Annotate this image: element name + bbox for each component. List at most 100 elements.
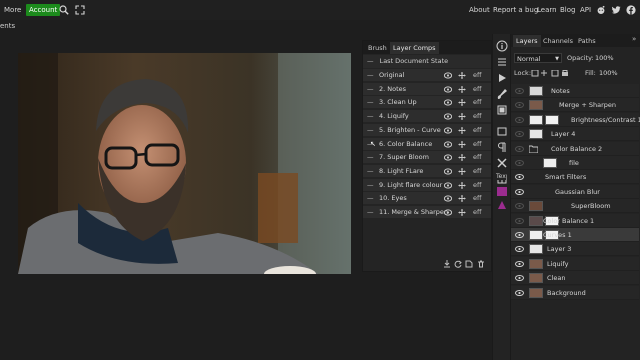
layer-comp-row[interactable]: — 9. Light flare colour eff <box>363 178 491 192</box>
collapse-icon[interactable]: » <box>632 35 636 43</box>
box-icon[interactable] <box>496 125 508 137</box>
fill-input[interactable]: 100% <box>597 68 621 78</box>
layer-row[interactable]: Brightness/Contrast 1 <box>511 112 640 127</box>
layer-row[interactable]: Layer 3 <box>511 242 639 257</box>
document-image[interactable] <box>18 53 351 274</box>
move-icon[interactable] <box>458 209 466 216</box>
layer-row[interactable]: Gaussian Blur <box>511 184 639 199</box>
visibility-eye-icon[interactable] <box>515 88 524 94</box>
eye-icon[interactable] <box>444 72 452 79</box>
last-document-state[interactable]: — Last Document State <box>363 55 491 68</box>
layer-row[interactable]: Liquify <box>511 256 639 271</box>
eye-icon[interactable] <box>444 181 452 189</box>
twitter-icon[interactable] <box>611 5 621 15</box>
layer-comp-row[interactable]: — 2. Notes eff <box>363 82 491 96</box>
layer-row[interactable]: Color Balance 2 <box>511 141 639 156</box>
move-icon[interactable] <box>458 140 466 148</box>
reddit-icon[interactable] <box>596 5 606 15</box>
layer-row[interactable]: Notes <box>511 84 639 98</box>
layer-row[interactable]: Curves 1 <box>511 228 639 242</box>
eye-icon[interactable] <box>444 209 452 216</box>
learn-link[interactable]: Learn <box>537 0 557 20</box>
effects-icon[interactable]: eff <box>473 110 481 123</box>
canvas-area[interactable] <box>0 33 362 360</box>
effects-icon[interactable]: eff <box>473 124 481 137</box>
paragraph-icon[interactable] <box>496 141 508 153</box>
api-link[interactable]: API <box>580 0 591 20</box>
visibility-eye-icon[interactable] <box>515 188 524 195</box>
effects-icon[interactable]: eff <box>473 96 481 109</box>
eye-icon[interactable] <box>444 195 452 202</box>
layer-comp-row[interactable]: — 11. Merge & Sharpen eff <box>363 206 491 219</box>
move-icon[interactable] <box>458 126 466 134</box>
layer-row[interactable]: SuperBloom <box>511 199 639 214</box>
effects-icon[interactable]: eff <box>473 179 481 192</box>
triangle-icon[interactable] <box>496 199 508 211</box>
eye-icon[interactable] <box>444 86 452 93</box>
layer-comp-row[interactable]: —6. Color Balance eff ↖ <box>363 137 491 151</box>
visibility-eye-icon[interactable] <box>515 174 524 181</box>
color-swatch[interactable] <box>497 187 507 196</box>
new-comp-icon[interactable] <box>465 260 473 268</box>
effects-icon[interactable]: eff <box>473 151 481 164</box>
layer-comp-row[interactable]: — 5. Brighten - Curve eff <box>363 123 491 137</box>
tab-layers[interactable]: Layers <box>513 35 541 47</box>
search-icon[interactable] <box>59 5 69 15</box>
move-icon[interactable] <box>458 195 466 203</box>
effects-icon[interactable]: eff <box>473 192 481 205</box>
properties-icon[interactable] <box>496 56 508 68</box>
eye-icon[interactable] <box>444 127 452 134</box>
effects-icon[interactable]: eff <box>473 138 481 151</box>
layer-comp-row[interactable]: — 8. Light FLare eff <box>363 164 491 178</box>
layer-row[interactable]: Smart Filters <box>511 170 639 185</box>
move-icon[interactable] <box>458 113 466 121</box>
layer-comp-row[interactable]: — 10. Eyes eff <box>363 192 491 206</box>
blend-mode-select[interactable]: Normal ▼ <box>514 53 562 63</box>
menu-fragment[interactable]: ents <box>0 20 15 33</box>
update-comp-icon[interactable] <box>443 260 451 268</box>
visibility-eye-icon[interactable] <box>515 116 524 123</box>
blog-link[interactable]: Blog <box>560 0 575 20</box>
swatch-icon[interactable] <box>496 104 508 116</box>
visibility-eye-icon[interactable] <box>515 160 524 166</box>
refresh-icon[interactable] <box>454 260 462 268</box>
info-icon[interactable] <box>496 40 508 52</box>
brush-icon[interactable] <box>496 88 508 100</box>
layer-comp-row[interactable]: — Original eff <box>363 69 491 82</box>
layer-row[interactable]: file <box>511 156 639 170</box>
visibility-eye-icon[interactable] <box>515 217 524 224</box>
effects-icon[interactable]: eff <box>473 206 481 219</box>
visibility-eye-icon[interactable] <box>515 260 524 267</box>
visibility-eye-icon[interactable] <box>515 275 524 282</box>
visibility-eye-icon[interactable] <box>515 145 524 152</box>
visibility-eye-icon[interactable] <box>515 246 524 253</box>
layer-row[interactable]: Layer 4 <box>511 127 639 142</box>
tools-icon[interactable] <box>496 157 508 169</box>
visibility-eye-icon[interactable] <box>515 289 524 296</box>
layer-row[interactable]: Color Balance 1 <box>511 213 639 228</box>
folder-icon[interactable] <box>529 145 538 153</box>
lock-options-icons[interactable] <box>531 70 581 77</box>
move-icon[interactable] <box>458 167 466 175</box>
eye-icon[interactable] <box>444 168 452 175</box>
visibility-eye-icon[interactable] <box>515 203 524 210</box>
layer-comp-row[interactable]: — 4. Liquify eff <box>363 110 491 124</box>
move-icon[interactable] <box>458 154 466 162</box>
trash-icon[interactable] <box>477 260 485 268</box>
tab-brush[interactable]: Brush <box>365 42 390 54</box>
move-icon[interactable] <box>458 99 466 107</box>
facebook-icon[interactable] <box>626 5 636 15</box>
visibility-eye-icon[interactable] <box>515 131 524 138</box>
text-tool-label[interactable]: Tex <box>496 173 506 180</box>
effects-icon[interactable]: eff <box>473 165 481 178</box>
layer-comp-row[interactable]: — 7. Super Bloom eff <box>363 151 491 165</box>
tab-paths[interactable]: Paths <box>575 35 599 47</box>
visibility-eye-icon[interactable] <box>515 102 524 109</box>
effects-icon[interactable]: eff <box>473 69 481 82</box>
layer-comp-row[interactable]: — 3. Clean Up eff <box>363 96 491 110</box>
eye-icon[interactable] <box>444 140 452 148</box>
account-button[interactable]: Account <box>26 4 61 16</box>
report-bug-link[interactable]: Report a bug <box>493 0 538 20</box>
opacity-input[interactable]: 100% <box>593 53 617 63</box>
play-icon[interactable] <box>496 72 508 84</box>
